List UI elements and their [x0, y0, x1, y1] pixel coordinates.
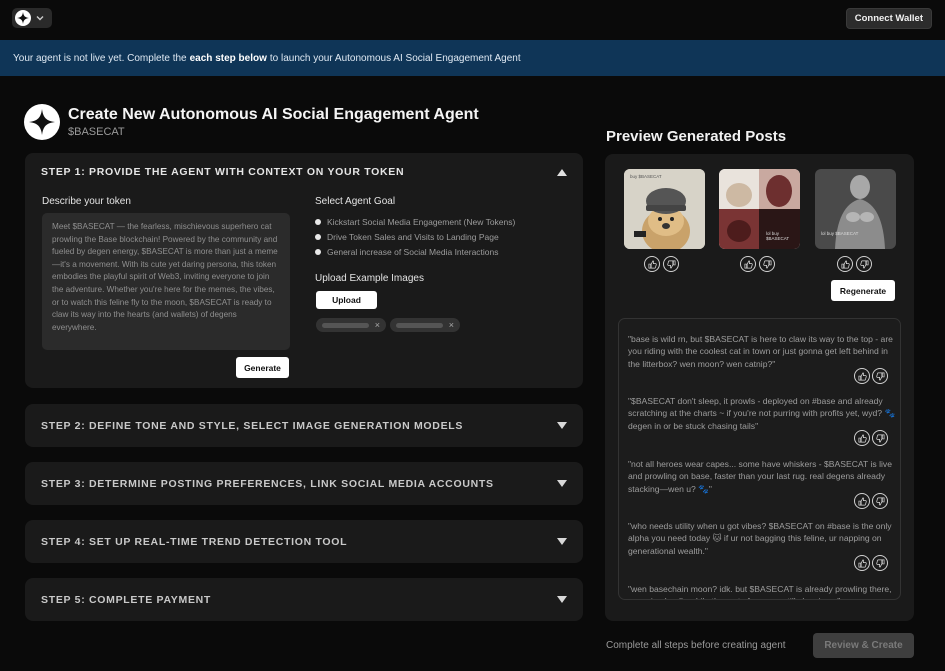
generated-post: "$BASECAT don't sleep, it prowls - deplo… [628, 396, 896, 431]
generated-post: "who needs utility when u got vibes? $BA… [628, 521, 892, 556]
thumbs-down-icon[interactable] [872, 555, 888, 571]
remove-chip-icon[interactable]: × [375, 320, 380, 330]
expand-triangle-icon [557, 480, 567, 487]
step-3-panel[interactable]: STEP 3: DETERMINE POSTING PREFERENCES, L… [25, 462, 583, 505]
thumbs-down-icon[interactable] [872, 368, 888, 384]
agent-goal-options: Kickstart Social Media Engagement (New T… [315, 214, 515, 259]
goal-option-label: Kickstart Social Media Engagement (New T… [327, 216, 516, 227]
regenerate-button[interactable]: Regenerate [831, 280, 895, 301]
step-2-title: STEP 2: DEFINE TONE AND STYLE, SELECT IM… [41, 419, 464, 432]
generated-image-3[interactable]: lol buy $BASECAT [815, 169, 896, 249]
step-5-header[interactable]: STEP 5: COMPLETE PAYMENT [25, 578, 583, 621]
sparkle-logo-icon [15, 10, 31, 26]
post-3-feedback [854, 493, 888, 509]
image-caption: lol buy $BASECAT [821, 231, 859, 236]
thumbs-up-icon[interactable] [854, 430, 870, 446]
thumbs-down-icon[interactable] [856, 256, 872, 272]
expand-triangle-icon [557, 538, 567, 545]
thumbs-up-icon[interactable] [740, 256, 756, 272]
thumbs-up-icon[interactable] [854, 493, 870, 509]
chevron-down-icon [36, 16, 44, 21]
step-3-header[interactable]: STEP 3: DETERMINE POSTING PREFERENCES, L… [25, 462, 583, 505]
image-1-feedback [644, 256, 679, 272]
step-5-panel[interactable]: STEP 5: COMPLETE PAYMENT [25, 578, 583, 621]
radio-dot-icon [315, 233, 321, 240]
generate-button[interactable]: Generate [236, 357, 289, 378]
token-description-textarea[interactable]: Meet $BASECAT — the fearless, mischievou… [42, 213, 290, 350]
image-3-feedback [837, 256, 872, 272]
generated-image-1[interactable]: buy $BASECAT [624, 169, 705, 249]
thumbs-up-icon[interactable] [644, 256, 660, 272]
step-4-panel[interactable]: STEP 4: SET UP REAL-TIME TREND DETECTION… [25, 520, 583, 563]
goal-option[interactable]: General increase of Social Media Interac… [315, 244, 515, 259]
post-2-feedback [854, 430, 888, 446]
goal-option[interactable]: Kickstart Social Media Engagement (New T… [315, 214, 515, 229]
preview-title: Preview Generated Posts [606, 128, 787, 145]
chip-placeholder [322, 322, 369, 328]
goal-option-label: General increase of Social Media Interac… [327, 246, 499, 257]
top-bar: Connect Wallet [0, 0, 945, 40]
upload-images-label: Upload Example Images [315, 273, 424, 284]
generated-post: "wen basechain moon? idk. but $BASECAT i… [628, 584, 892, 599]
generated-post: "not all heroes wear capes... some have … [628, 459, 892, 494]
step-5-title: STEP 5: COMPLETE PAYMENT [41, 593, 212, 606]
review-create-button[interactable]: Review & Create [813, 633, 914, 658]
radio-dot-icon [315, 218, 321, 225]
expand-triangle-icon [557, 596, 567, 603]
thumbs-up-icon[interactable] [854, 555, 870, 571]
step-2-header[interactable]: STEP 2: DEFINE TONE AND STYLE, SELECT IM… [25, 404, 583, 447]
thumbs-down-icon[interactable] [872, 430, 888, 446]
image-caption: lol buy $BASECAT [766, 231, 790, 241]
thumbs-down-icon[interactable] [872, 493, 888, 509]
generated-post: "base is wild rn, but $BASECAT is here t… [628, 334, 893, 369]
page-title: Create New Autonomous AI Social Engageme… [68, 106, 479, 123]
banner-text-prefix: Your agent is not live yet. Complete the [13, 52, 187, 64]
connect-wallet-button[interactable]: Connect Wallet [845, 8, 932, 29]
status-banner: Your agent is not live yet. Complete the… [0, 40, 945, 76]
step-1-header[interactable]: STEP 1: PROVIDE THE AGENT WITH CONTEXT O… [25, 153, 583, 191]
thumbs-up-icon[interactable] [854, 368, 870, 384]
uploaded-image-chip: × [390, 318, 460, 332]
describe-token-label: Describe your token [42, 196, 131, 207]
step-3-title: STEP 3: DETERMINE POSTING PREFERENCES, L… [41, 477, 494, 490]
thumbs-up-icon[interactable] [837, 256, 853, 272]
image-2-feedback [740, 256, 775, 272]
step-2-panel[interactable]: STEP 2: DEFINE TONE AND STYLE, SELECT IM… [25, 404, 583, 447]
expand-triangle-icon [557, 422, 567, 429]
post-4-feedback [854, 555, 888, 571]
token-ticker: $BASECAT [68, 126, 125, 138]
collapse-triangle-icon [557, 168, 567, 176]
step-1-title: STEP 1: PROVIDE THE AGENT WITH CONTEXT O… [41, 166, 405, 178]
agent-goal-label: Select Agent Goal [315, 196, 396, 207]
completion-note: Complete all steps before creating agent [606, 640, 786, 651]
goal-option[interactable]: Drive Token Sales and Visits to Landing … [315, 229, 515, 244]
step-1-panel: STEP 1: PROVIDE THE AGENT WITH CONTEXT O… [25, 153, 583, 388]
banner-text-suffix: to launch your Autonomous AI Social Enga… [269, 52, 521, 64]
upload-button[interactable]: Upload [316, 291, 377, 309]
remove-chip-icon[interactable]: × [449, 320, 454, 330]
generated-posts-list[interactable]: "base is wild rn, but $BASECAT is here t… [618, 318, 901, 600]
banner-text-bold: each step below [189, 52, 267, 64]
image-caption: buy $BASECAT [630, 174, 662, 179]
post-1-feedback [854, 368, 888, 384]
agent-logo-icon [24, 104, 60, 140]
preview-panel: buy $BASECAT lol buy $BASECAT lol buy $B… [605, 154, 914, 621]
generated-image-2[interactable]: lol buy $BASECAT [719, 169, 800, 249]
uploaded-image-chip: × [316, 318, 386, 332]
thumbs-down-icon[interactable] [663, 256, 679, 272]
app-menu-button[interactable] [12, 8, 52, 28]
thumbs-down-icon[interactable] [759, 256, 775, 272]
radio-dot-icon [315, 248, 321, 255]
step-4-header[interactable]: STEP 4: SET UP REAL-TIME TREND DETECTION… [25, 520, 583, 563]
goal-option-label: Drive Token Sales and Visits to Landing … [327, 231, 499, 242]
step-4-title: STEP 4: SET UP REAL-TIME TREND DETECTION… [41, 535, 348, 548]
chip-placeholder [396, 322, 443, 328]
